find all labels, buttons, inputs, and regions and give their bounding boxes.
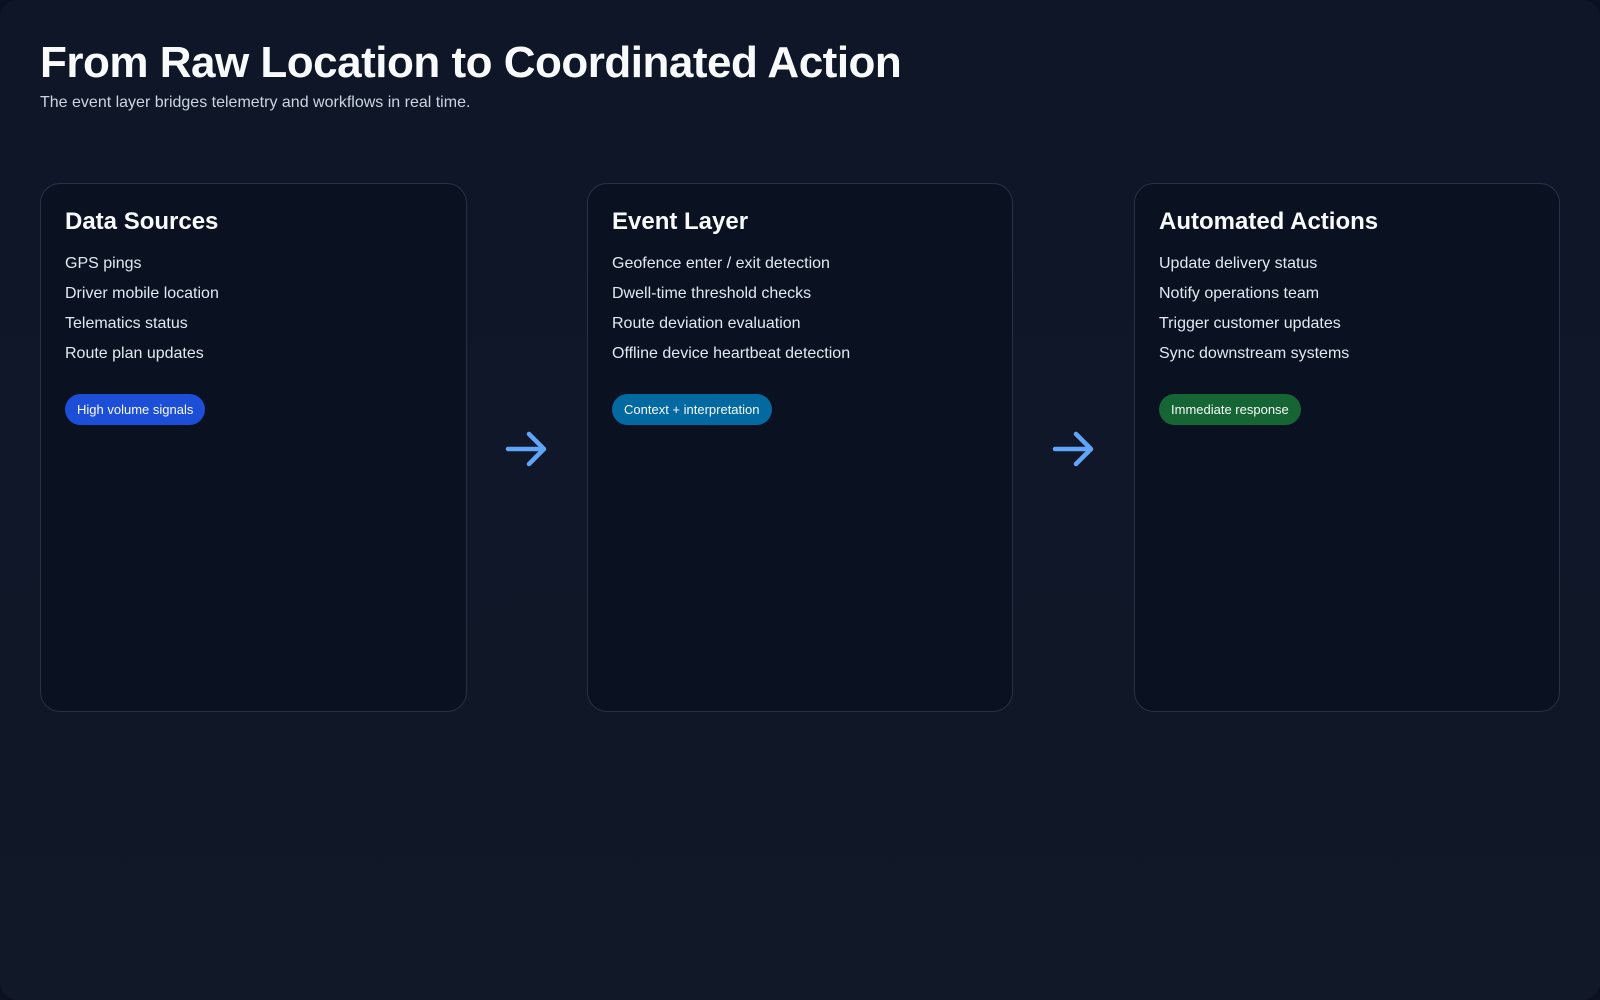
stage-item: GPS pings xyxy=(65,254,142,272)
stage-item-list: GPS pings Driver mobile location Telemat… xyxy=(65,249,442,369)
stage-badge: High volume signals xyxy=(65,393,206,425)
stage-item: Sync downstream systems xyxy=(1159,344,1350,362)
stage-item-list: Geofence enter / exit detection Dwell-ti… xyxy=(612,249,988,369)
stage-item: Trigger customer updates xyxy=(1159,314,1341,332)
arrow-right-icon xyxy=(1052,431,1094,467)
stage-card-automated-actions: Automated Actions Update delivery status… xyxy=(1134,183,1560,712)
stage-title: Event Layer xyxy=(612,208,749,235)
stage-item: Dwell-time threshold checks xyxy=(612,284,812,302)
page-title: From Raw Location to Coordinated Action xyxy=(40,38,902,87)
stage-item: Route deviation evaluation xyxy=(612,314,801,332)
stage-item: Update delivery status xyxy=(1159,254,1318,272)
stage-card-event-layer: Event Layer Geofence enter / exit detect… xyxy=(587,183,1013,712)
stage-title: Data Sources xyxy=(65,208,219,235)
arrow-right-icon xyxy=(505,431,547,467)
stage-card-data-sources: Data Sources GPS pings Driver mobile loc… xyxy=(40,183,467,712)
stage-item: Geofence enter / exit detection xyxy=(612,254,830,272)
diagram-canvas: From Raw Location to Coordinated Action … xyxy=(0,0,1600,1000)
stage-title: Automated Actions xyxy=(1159,208,1379,235)
stage-item: Route plan updates xyxy=(65,344,204,362)
stage-badge: Immediate response xyxy=(1159,393,1301,425)
stage-item-list: Update delivery status Notify operations… xyxy=(1159,249,1535,369)
stage-badge: Context + interpretation xyxy=(612,393,772,425)
stage-item: Telematics status xyxy=(65,314,188,332)
page-subtitle: The event layer bridges telemetry and wo… xyxy=(40,94,471,111)
stage-item: Offline device heartbeat detection xyxy=(612,344,851,362)
stage-item: Notify operations team xyxy=(1159,284,1320,302)
stage-item: Driver mobile location xyxy=(65,284,219,302)
